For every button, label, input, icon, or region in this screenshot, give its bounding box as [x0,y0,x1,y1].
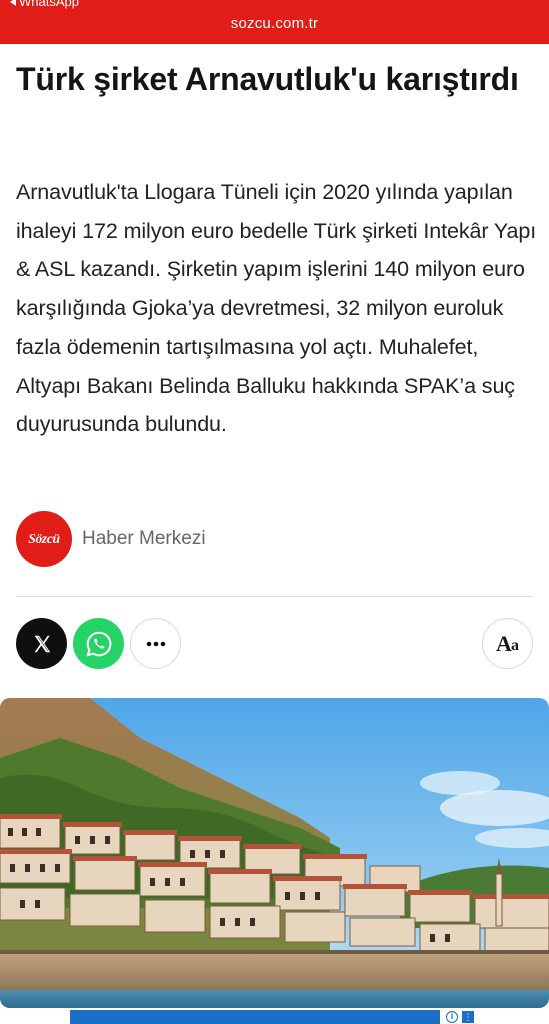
share-whatsapp-button[interactable] [73,618,124,669]
whatsapp-icon [85,631,111,657]
author-name: Haber Merkezi [82,528,206,549]
share-more-button[interactable] [130,618,181,669]
back-arrow-icon [10,0,16,6]
ad-choices-badge[interactable]: i ⋮ [440,1010,480,1024]
browser-address-bar: WhatsApp sozcu.com.tr [0,0,549,44]
divider [16,596,533,597]
ad-menu-icon[interactable]: ⋮ [462,1011,474,1023]
article-summary: Arnavutluk'ta Llogara Tüneli için 2020 y… [16,180,537,437]
share-x-button[interactable] [16,618,67,669]
font-size-button[interactable]: Aa [482,618,533,669]
back-to-whatsapp-link[interactable]: WhatsApp [10,0,79,9]
sozcu-logo-text: Sözcü [28,531,60,546]
berat-town-photo [0,698,549,1008]
back-app-label: WhatsApp [19,0,79,9]
ad-banner[interactable]: i ⋮ [70,1010,480,1024]
font-size-label-small: a [510,636,519,654]
article-title: Türk şirket Arnavutluk'u karıştırdı [16,61,519,97]
author-block[interactable]: Sözcü Haber Merkezi [16,511,206,567]
x-logo-icon [34,635,50,652]
font-size-label-big: A [496,630,512,656]
more-horizontal-icon [146,641,165,646]
share-bar [16,618,181,669]
article-hero-image[interactable] [0,698,549,1008]
sozcu-logo: Sözcü [16,511,72,567]
info-icon[interactable]: i [446,1011,458,1023]
url-text[interactable]: sozcu.com.tr [0,15,549,32]
